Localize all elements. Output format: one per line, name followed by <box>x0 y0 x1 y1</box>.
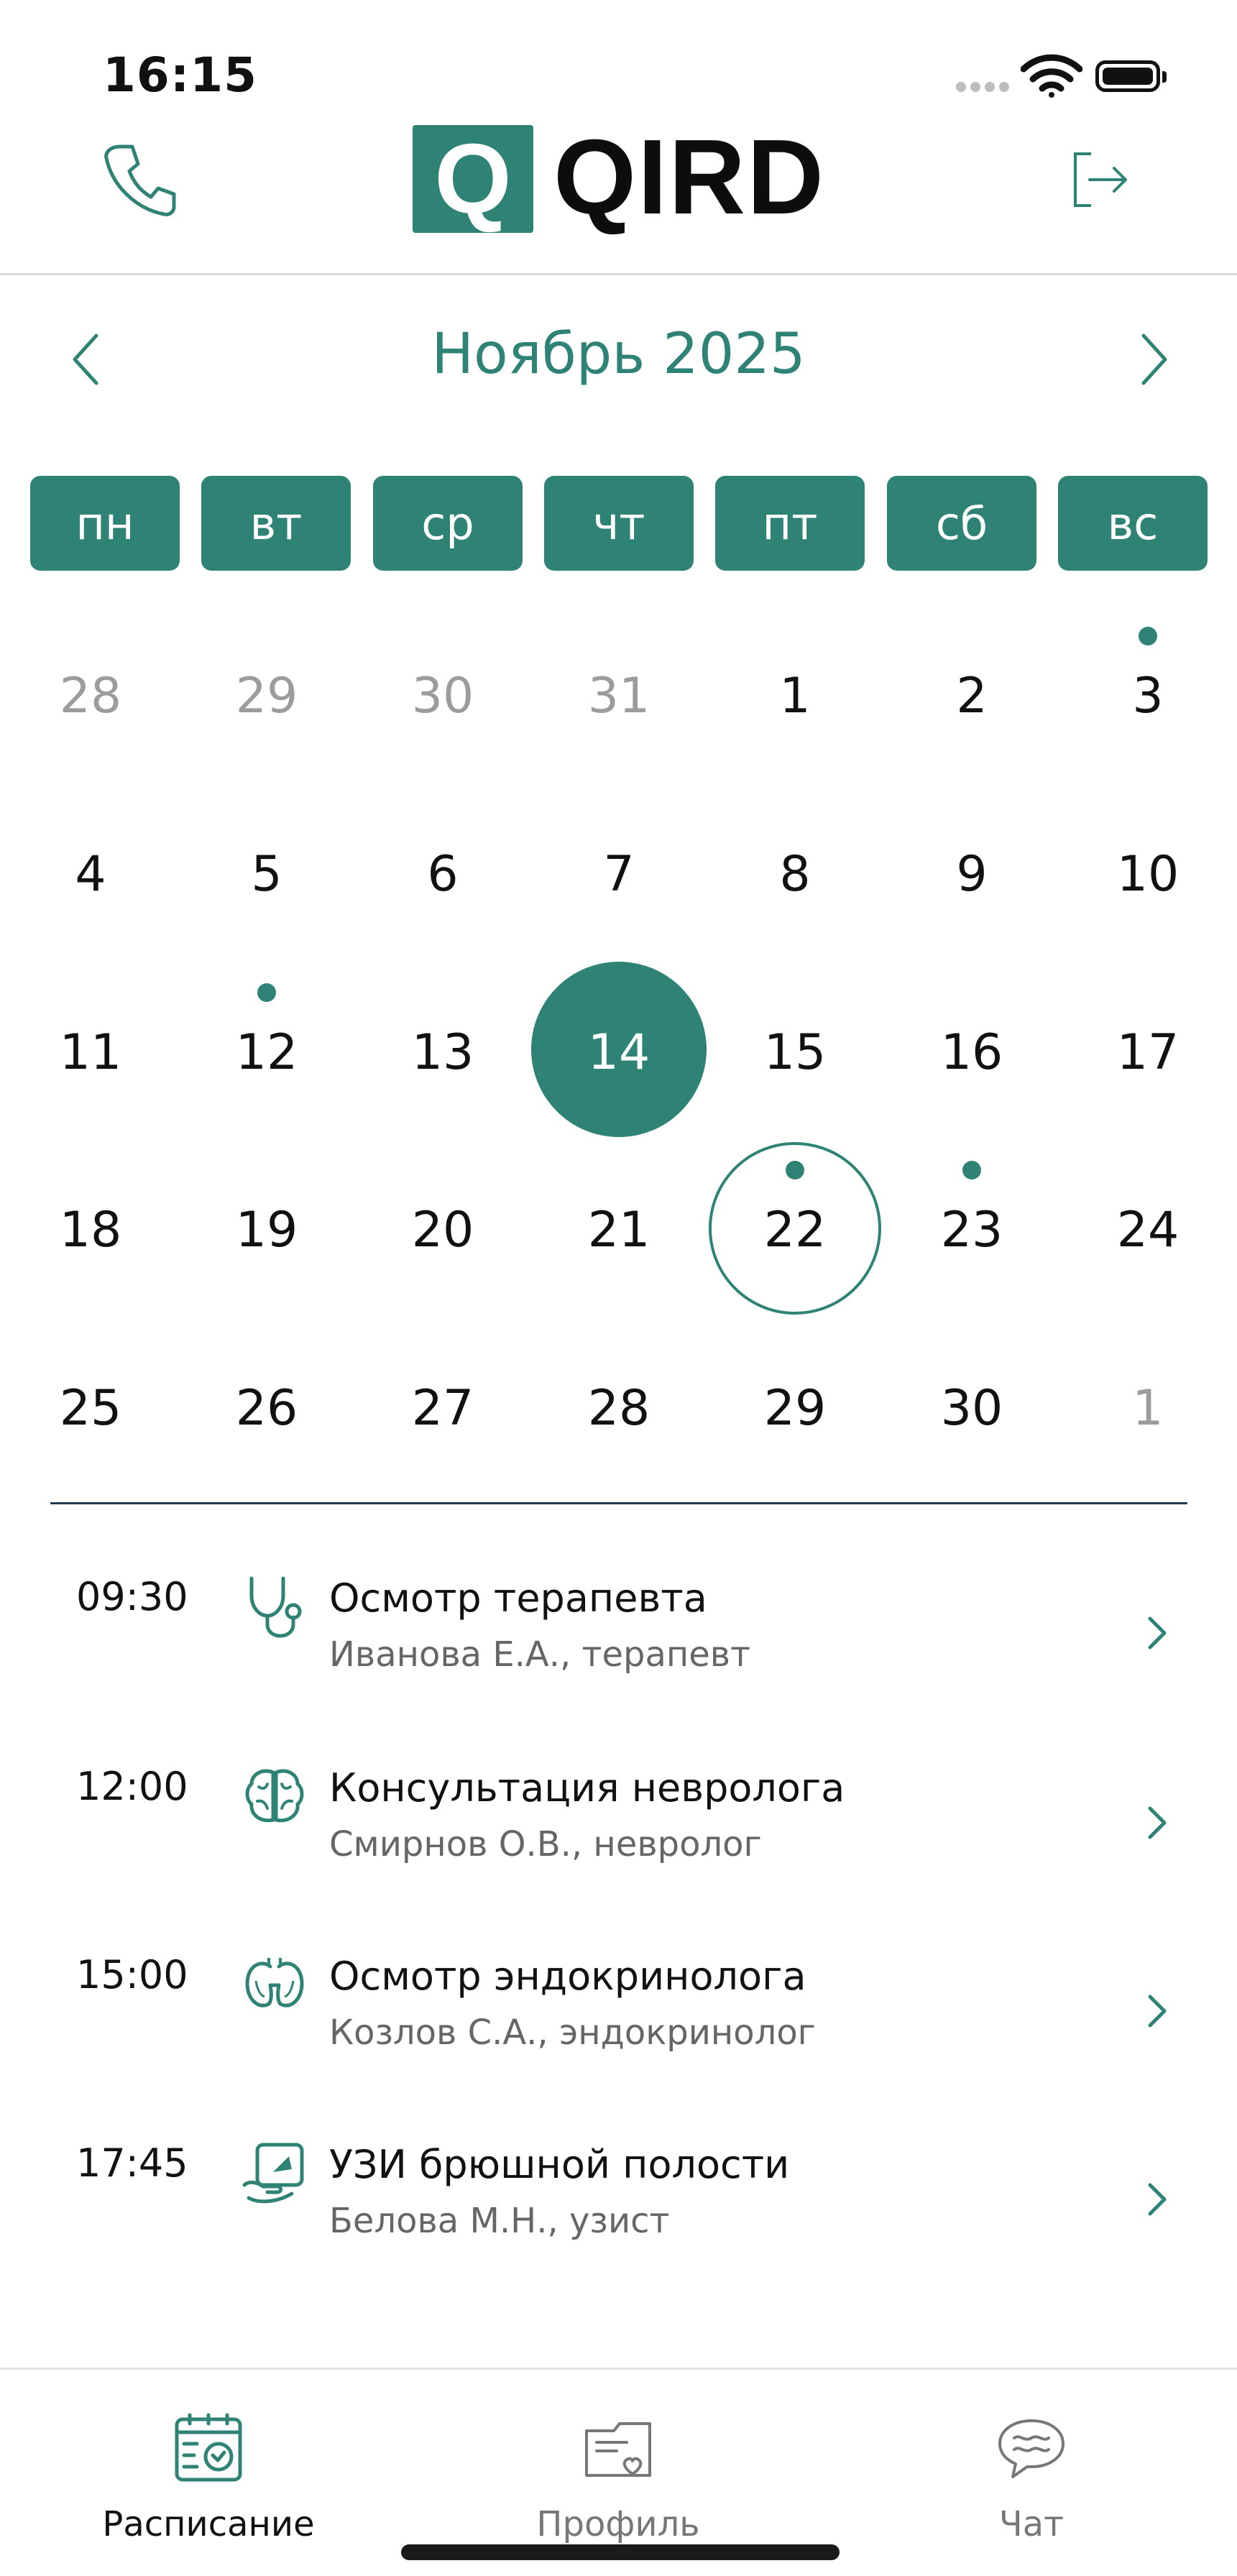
calendar-day[interactable]: 29 <box>178 607 355 785</box>
cellular-signal-icon <box>956 82 1013 93</box>
appointment-item[interactable]: 15:00 Осмотр эндокринолога Козлов С.А., … <box>0 1923 1237 2089</box>
logo-text: QIRD <box>553 118 825 236</box>
appointment-title: Осмотр эндокринолога <box>329 1954 806 1999</box>
weekday-1: вт <box>201 476 351 571</box>
thyroid-icon <box>245 1958 304 2007</box>
appointment-title: Осмотр терапевта <box>329 1576 707 1621</box>
calendar-day[interactable]: 20 <box>354 1141 531 1319</box>
calendar-day[interactable]: 31 <box>530 607 707 785</box>
appointment-doctor: Иванова Е.А., терапевт <box>329 1634 751 1675</box>
phone-icon[interactable] <box>101 141 180 220</box>
chevron-right-icon[interactable] <box>1143 1801 1172 1844</box>
weekday-4: пт <box>715 476 865 571</box>
calendar-day[interactable]: 22 <box>707 1141 883 1319</box>
appointment-time: 09:30 <box>76 1574 188 1619</box>
tab-profile[interactable]: Профиль <box>467 2412 769 2556</box>
tab-label: Чат <box>998 2504 1064 2544</box>
medical-card-icon <box>585 2422 651 2477</box>
calendar-day[interactable]: 23 <box>883 1141 1060 1319</box>
calendar-day[interactable]: 15 <box>707 963 883 1141</box>
calendar-day[interactable]: 17 <box>1059 963 1236 1141</box>
calendar-clock-icon <box>175 2413 242 2482</box>
calendar-day[interactable]: 8 <box>707 785 883 963</box>
calendar-day[interactable]: 28 <box>530 1319 707 1497</box>
calendar-day[interactable]: 29 <box>707 1319 883 1497</box>
tab-label: Профиль <box>536 2504 700 2544</box>
calendar-day[interactable]: 25 <box>2 1319 179 1497</box>
calendar-day[interactable]: 2 <box>883 607 1060 785</box>
appointment-item[interactable]: 09:30 Осмотр терапевта Иванова Е.А., тер… <box>0 1545 1237 1711</box>
tab-schedule[interactable]: Расписание <box>58 2412 359 2556</box>
chat-bubble-icon <box>998 2419 1064 2478</box>
calendar-day[interactable]: 6 <box>354 785 531 963</box>
calendar-day[interactable]: 1 <box>1059 1319 1236 1497</box>
chevron-right-icon[interactable] <box>1143 1611 1172 1655</box>
logout-icon[interactable] <box>1064 144 1136 216</box>
calendar-day[interactable]: 16 <box>883 963 1060 1141</box>
appointment-time: 12:00 <box>76 1764 188 1809</box>
calendar-day[interactable]: 14 <box>530 963 707 1141</box>
status-time: 16:15 <box>103 47 258 103</box>
calendar-day[interactable]: 13 <box>354 963 531 1141</box>
calendar-day[interactable]: 21 <box>530 1141 707 1319</box>
calendar-day[interactable]: 1 <box>707 607 883 785</box>
appointment-title: УЗИ брюшной полости <box>329 2142 790 2187</box>
tab-chat[interactable]: Чат <box>880 2412 1182 2556</box>
appointment-title: Консультация невролога <box>329 1765 845 1811</box>
appointment-doctor: Козлов С.А., эндокринолог <box>329 2012 816 2053</box>
appointment-time: 17:45 <box>76 2140 188 2186</box>
calendar-day[interactable]: 9 <box>883 785 1060 963</box>
calendar-day[interactable]: 11 <box>2 963 179 1141</box>
header-divider <box>0 273 1237 275</box>
calendar-day[interactable]: 12 <box>178 963 355 1141</box>
ultrasound-icon <box>242 2143 304 2204</box>
battery-icon <box>1095 60 1167 92</box>
chevron-right-icon[interactable] <box>1143 2178 1172 2221</box>
appointment-item[interactable]: 12:00 Консультация невролога Смирнов О.В… <box>0 1735 1237 1900</box>
tab-label: Расписание <box>102 2504 315 2544</box>
weekday-3: чт <box>544 476 694 571</box>
brain-icon <box>245 1769 304 1823</box>
weekday-2: ср <box>373 476 523 571</box>
calendar-day[interactable]: 5 <box>178 785 355 963</box>
wifi-icon <box>1021 54 1082 98</box>
calendar-day[interactable]: 4 <box>2 785 179 963</box>
calendar-day[interactable]: 24 <box>1059 1141 1236 1319</box>
calendar-day[interactable]: 30 <box>883 1319 1060 1497</box>
appointment-time: 15:00 <box>76 1952 188 1997</box>
weekday-0: пн <box>30 476 180 571</box>
weekday-6: вс <box>1058 476 1208 571</box>
calendar-day[interactable]: 27 <box>354 1319 531 1497</box>
calendar-day[interactable]: 3 <box>1059 607 1236 785</box>
calendar-day[interactable]: 28 <box>2 607 179 785</box>
chevron-right-icon[interactable] <box>1143 1990 1172 2033</box>
calendar-day[interactable]: 18 <box>2 1141 179 1319</box>
appointment-doctor: Смирнов О.В., невролог <box>329 1824 762 1864</box>
calendar-day[interactable]: 26 <box>178 1319 355 1497</box>
logo-mark: Q <box>413 125 533 233</box>
calendar-day[interactable]: 30 <box>354 607 531 785</box>
appointment-item[interactable]: 17:45 УЗИ брюшной полости Белова М.Н., у… <box>0 2112 1237 2277</box>
weekday-5: сб <box>887 476 1036 571</box>
home-indicator <box>401 2544 840 2560</box>
calendar-divider <box>50 1502 1187 1504</box>
next-month-icon[interactable] <box>1132 327 1175 392</box>
appointment-doctor: Белова М.Н., узист <box>329 2201 670 2241</box>
calendar-day[interactable]: 7 <box>530 785 707 963</box>
calendar-day[interactable]: 10 <box>1059 785 1236 963</box>
month-title: Ноябрь 2025 <box>431 322 806 387</box>
stethoscope-icon <box>249 1576 302 1638</box>
calendar-day[interactable]: 19 <box>178 1141 355 1319</box>
tab-bar-divider <box>0 2368 1237 2370</box>
